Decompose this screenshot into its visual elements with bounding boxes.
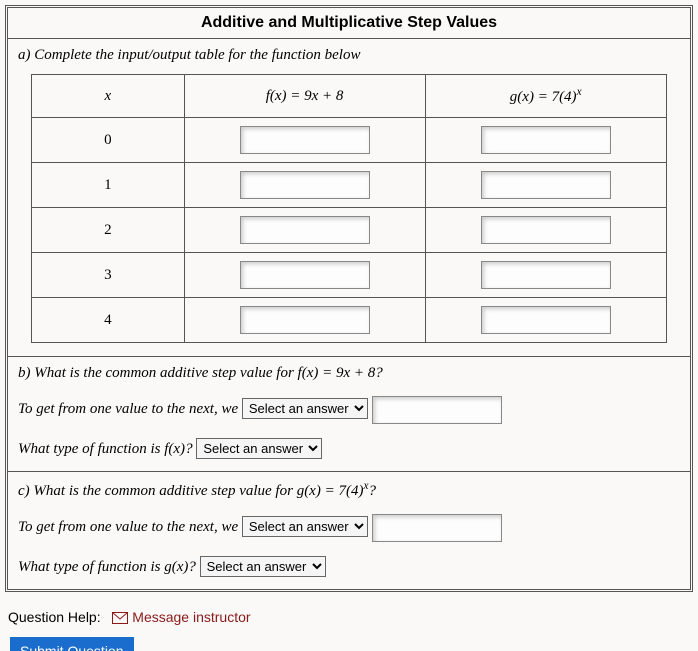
g-input-3[interactable]: [481, 261, 611, 289]
g-input-1[interactable]: [481, 171, 611, 199]
table-row: 0: [32, 118, 667, 163]
question-title: Additive and Multiplicative Step Values: [8, 8, 690, 39]
table-row: 2: [32, 208, 667, 253]
table-row: 1: [32, 163, 667, 208]
part-b-select-type[interactable]: Select an answer: [196, 438, 322, 459]
part-b-value-input[interactable]: [372, 396, 502, 424]
part-b-select-operation[interactable]: Select an answer: [242, 398, 368, 419]
x-cell: 3: [32, 253, 184, 298]
part-c-select-type[interactable]: Select an answer: [200, 556, 326, 577]
header-g: g(x) = 7(4)x: [510, 89, 582, 105]
part-c-prompt: c) What is the common additive step valu…: [18, 480, 680, 500]
x-cell: 4: [32, 298, 184, 343]
table-row: 4: [32, 298, 667, 343]
part-b-prompt: b) What is the common additive step valu…: [18, 365, 680, 382]
f-input-3[interactable]: [240, 261, 370, 289]
header-x: x: [105, 88, 112, 104]
f-input-2[interactable]: [240, 216, 370, 244]
envelope-icon: [112, 612, 128, 624]
help-row: Question Help: Message instructor: [0, 597, 698, 637]
part-b-line2: What type of function is f(x)? Select an…: [18, 438, 680, 459]
submit-row: Submit Question: [0, 637, 698, 651]
question-container: Additive and Multiplicative Step Values …: [5, 5, 693, 592]
table-row: 3: [32, 253, 667, 298]
x-cell: 0: [32, 118, 184, 163]
part-a-prompt: a) Complete the input/output table for t…: [18, 47, 680, 64]
x-cell: 1: [32, 163, 184, 208]
part-c: c) What is the common additive step valu…: [8, 472, 690, 589]
part-c-value-input[interactable]: [372, 514, 502, 542]
header-f: f(x) = 9x + 8: [266, 88, 344, 104]
part-c-select-operation[interactable]: Select an answer: [242, 516, 368, 537]
g-input-4[interactable]: [481, 306, 611, 334]
table-header-row: x f(x) = 9x + 8 g(x) = 7(4)x: [32, 75, 667, 118]
g-input-0[interactable]: [481, 126, 611, 154]
part-c-line2: What type of function is g(x)? Select an…: [18, 556, 680, 577]
part-b: b) What is the common additive step valu…: [8, 357, 690, 472]
message-instructor-link[interactable]: Message instructor: [112, 609, 250, 625]
io-table: x f(x) = 9x + 8 g(x) = 7(4)x 0 1 2: [31, 74, 667, 343]
part-b-line1: To get from one value to the next, we Se…: [18, 396, 680, 424]
submit-button[interactable]: Submit Question: [10, 637, 134, 651]
part-a: a) Complete the input/output table for t…: [8, 39, 690, 357]
part-c-line1: To get from one value to the next, we Se…: [18, 514, 680, 542]
f-input-4[interactable]: [240, 306, 370, 334]
f-input-0[interactable]: [240, 126, 370, 154]
help-label: Question Help:: [8, 609, 101, 625]
f-input-1[interactable]: [240, 171, 370, 199]
x-cell: 2: [32, 208, 184, 253]
g-input-2[interactable]: [481, 216, 611, 244]
